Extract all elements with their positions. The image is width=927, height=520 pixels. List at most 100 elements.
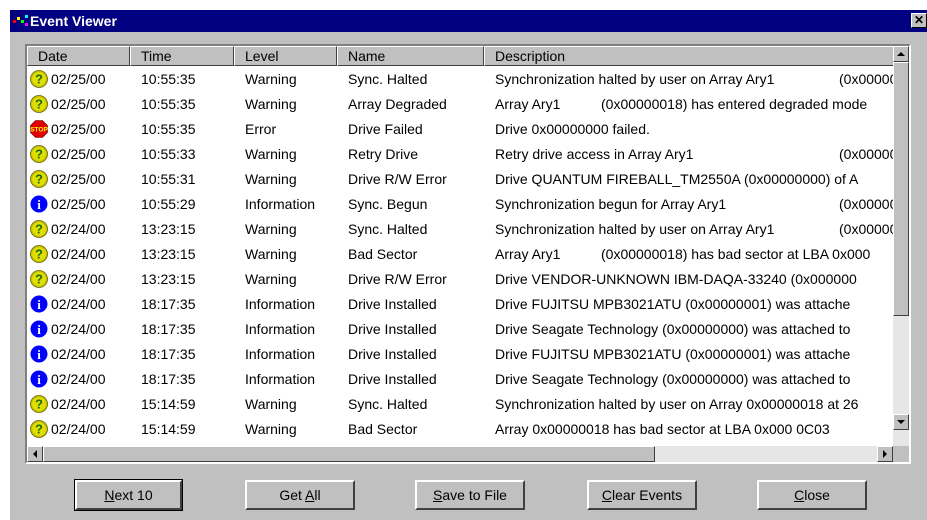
table-row[interactable]: STOP 02/25/00 10:55:35 Error Drive Failed Dri… [27, 117, 893, 142]
time-cell: 15:14:59 [141, 396, 196, 412]
svg-text:i: i [37, 197, 41, 212]
question-icon: ? [30, 220, 48, 238]
description-cell: Synchronization halted by user on Array … [495, 396, 893, 412]
description-text: Drive Seagate Technology (0x00000000) wa… [495, 371, 851, 387]
description-text: Drive VENDOR-UNKNOWN IBM-DAQA-33240 (0x0… [495, 271, 857, 287]
column-header-date[interactable]: Date [27, 46, 130, 66]
next-10-button[interactable]: Next 10 [74, 479, 183, 511]
name-cell: Sync. Halted [348, 71, 428, 87]
arrow-left-icon [33, 450, 37, 458]
event-list[interactable]: Date Time Level Name Description ? 02/25/… [25, 44, 911, 464]
table-row[interactable]: i 02/24/00 18:17:35 Information Drive Instal… [27, 342, 893, 367]
level-cell: Error [245, 121, 277, 137]
svg-text:?: ? [35, 147, 43, 162]
description-text: Drive 0x00000000 failed. [495, 121, 650, 137]
button-mnemonic: N [104, 487, 115, 503]
close-button[interactable]: Close [757, 480, 867, 510]
description-cell: Drive QUANTUM FIREBALL_TM2550A (0x000000… [495, 171, 893, 187]
svg-text:?: ? [35, 97, 43, 112]
time-cell: 18:17:35 [141, 321, 196, 337]
table-row[interactable]: ? 02/25/00 10:55:35 Warning Array Degraded Ar… [27, 92, 893, 117]
table-row[interactable]: ? 02/24/00 15:14:59 Warning Sync. Halted Sync… [27, 392, 893, 417]
table-row[interactable]: i 02/24/00 18:17:35 Information Drive Instal… [27, 317, 893, 342]
description-text: Synchronization begun for Array Ary1 [495, 196, 727, 212]
table-row[interactable]: ? 02/24/00 13:23:15 Warning Sync. Halted Sync… [27, 217, 893, 242]
scroll-up-button[interactable] [893, 46, 909, 62]
time-cell: 10:55:35 [141, 121, 196, 137]
name-cell: Array Degraded [348, 96, 447, 112]
description-code: (0x00000018). [839, 196, 893, 212]
description-code: (0x00000018) for Driv [839, 146, 893, 162]
table-row[interactable]: ? 02/25/00 10:55:35 Warning Sync. Halted Sync… [27, 67, 893, 92]
description-text: Drive QUANTUM FIREBALL_TM2550A (0x000000… [495, 171, 859, 187]
description-cell: Drive Seagate Technology (0x00000000) wa… [495, 371, 893, 387]
description-cell: Drive VENDOR-UNKNOWN IBM-DAQA-33240 (0x0… [495, 271, 893, 287]
description-cell: Synchronization halted by user on Array … [495, 71, 893, 87]
description-cell: Drive FUJITSU MPB3021ATU (0x00000001) wa… [495, 296, 893, 312]
info-icon: i [30, 295, 48, 313]
description-text: Synchronization halted by user on Array … [495, 71, 775, 87]
horizontal-scrollbar[interactable] [27, 446, 893, 462]
save-to-file-button[interactable]: Save to File [415, 480, 525, 510]
description-cell: Drive Seagate Technology (0x00000000) wa… [495, 321, 893, 337]
close-icon: ✕ [913, 13, 925, 27]
get-all-button[interactable]: Get All [245, 480, 355, 510]
level-cell: Information [245, 196, 316, 212]
name-cell: Drive Installed [348, 321, 437, 337]
table-row[interactable]: ? 02/25/00 10:55:33 Warning Retry Drive Retry… [27, 142, 893, 167]
time-cell: 10:55:31 [141, 171, 196, 187]
date-cell: 02/24/00 [51, 296, 106, 312]
table-row[interactable]: i 02/24/00 18:17:35 Information Drive Instal… [27, 367, 893, 392]
title-bar[interactable]: Event Viewer ✕ [10, 10, 927, 32]
svg-text:i: i [37, 297, 41, 312]
button-label: ave to File [442, 487, 507, 503]
scroll-left-button[interactable] [27, 446, 43, 462]
arrow-up-icon [897, 52, 905, 56]
level-cell: Warning [245, 396, 297, 412]
level-cell: Warning [245, 221, 297, 237]
vertical-scrollbar[interactable] [893, 46, 909, 446]
event-viewer-window: Event Viewer ✕ Date Time Level Name Desc… [10, 10, 927, 520]
column-header-level[interactable]: Level [234, 46, 337, 66]
horizontal-scroll-thumb[interactable] [43, 446, 655, 462]
event-rows: ? 02/25/00 10:55:35 Warning Sync. Halted Sync… [27, 67, 893, 446]
level-cell: Information [245, 346, 316, 362]
button-mnemonic: S [433, 487, 443, 503]
svg-text:STOP: STOP [30, 127, 48, 134]
scroll-down-button[interactable] [893, 414, 909, 430]
date-cell: 02/24/00 [51, 396, 106, 412]
svg-text:?: ? [35, 272, 43, 287]
date-cell: 02/24/00 [51, 346, 106, 362]
column-header-name[interactable]: Name [337, 46, 484, 66]
name-cell: Drive Installed [348, 346, 437, 362]
time-cell: 10:55:35 [141, 71, 196, 87]
question-icon: ? [30, 245, 48, 263]
column-header-description[interactable]: Description [484, 46, 897, 66]
table-row[interactable]: ? 02/24/00 15:14:59 Warning Bad Sector Array … [27, 417, 893, 442]
description-cell: Array Ary1 (0x00000018) has bad sector at… [495, 246, 893, 262]
time-cell: 10:55:29 [141, 196, 196, 212]
time-cell: 18:17:35 [141, 371, 196, 387]
date-cell: 02/25/00 [51, 196, 106, 212]
clear-events-button[interactable]: Clear Events [587, 480, 697, 510]
date-cell: 02/24/00 [51, 421, 106, 437]
table-row[interactable]: i 02/24/00 18:17:35 Information Drive Instal… [27, 292, 893, 317]
close-window-button[interactable]: ✕ [911, 13, 927, 28]
question-icon: ? [30, 145, 48, 163]
vertical-scroll-thumb[interactable] [893, 62, 909, 316]
table-row[interactable]: ? 02/24/00 13:23:15 Warning Bad Sector Array … [27, 242, 893, 267]
svg-text:i: i [37, 322, 41, 337]
name-cell: Drive Failed [348, 121, 423, 137]
column-header-time[interactable]: Time [130, 46, 234, 66]
info-icon: i [30, 370, 48, 388]
info-icon: i [30, 320, 48, 338]
table-row[interactable]: ? 02/24/00 13:23:15 Warning Drive R/W Error D… [27, 267, 893, 292]
name-cell: Retry Drive [348, 146, 419, 162]
date-cell: 02/24/00 [51, 221, 106, 237]
date-cell: 02/25/00 [51, 121, 106, 137]
table-row[interactable]: i 02/25/00 10:55:29 Information Sync. Begun S… [27, 192, 893, 217]
level-cell: Information [245, 296, 316, 312]
table-row[interactable]: ? 02/25/00 10:55:31 Warning Drive R/W Error D… [27, 167, 893, 192]
scroll-right-button[interactable] [877, 446, 893, 462]
svg-text:?: ? [35, 222, 43, 237]
